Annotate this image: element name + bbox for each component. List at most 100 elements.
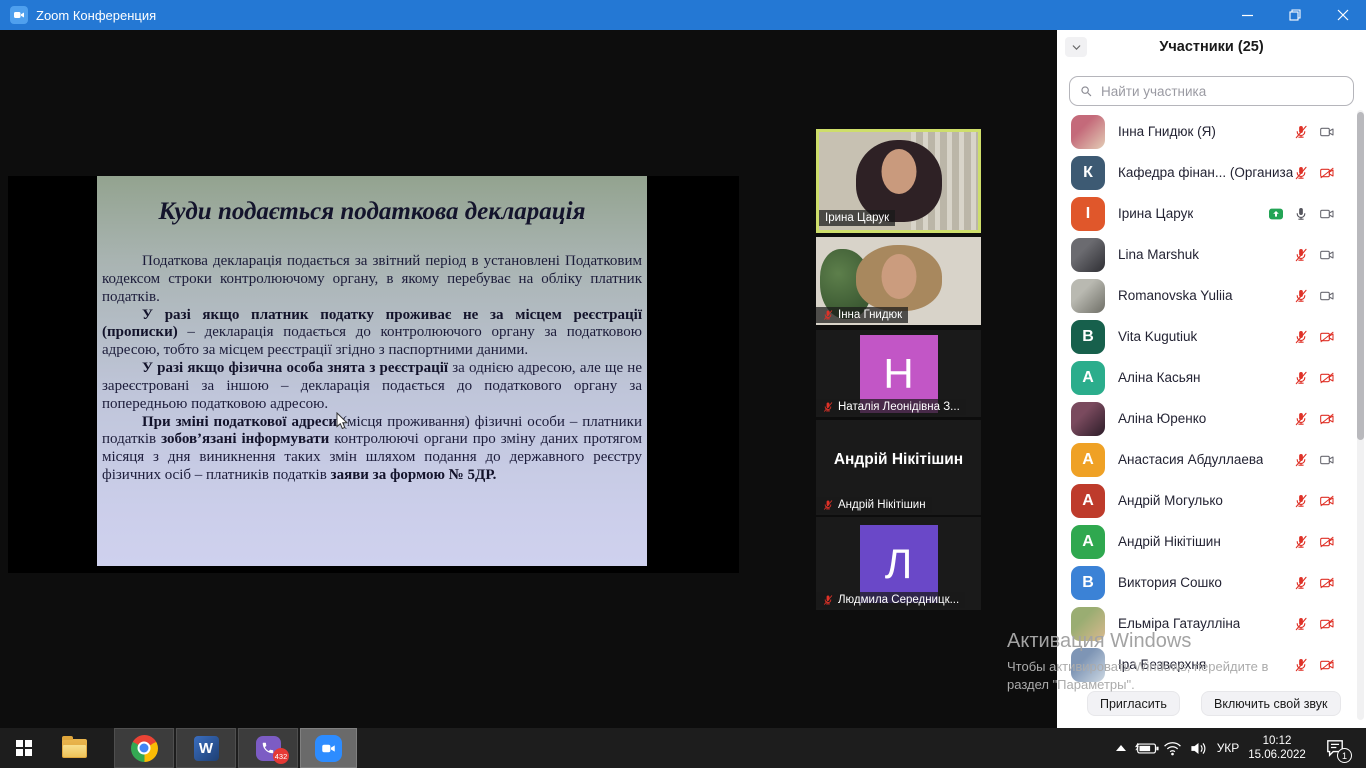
participant-avatar — [1071, 607, 1105, 641]
participant-name: Анастасия Абдуллаева — [1118, 452, 1263, 467]
scrollbar-thumb[interactable] — [1357, 112, 1364, 440]
cam-on-icon — [1318, 206, 1336, 222]
taskbar: W 432 УКР 10:12 15.06.2022 — [0, 728, 1366, 768]
zoom-camera-icon — [315, 735, 342, 762]
wifi-icon[interactable] — [1160, 728, 1184, 768]
avatar-initial-tile: Л — [860, 525, 938, 603]
participant-search[interactable] — [1069, 76, 1354, 106]
cam-off-icon — [1318, 575, 1336, 591]
screen-share-icon — [1268, 206, 1284, 222]
participant-avatar: А — [1071, 484, 1105, 518]
participant-row[interactable]: Іра Безверхня — [1057, 644, 1356, 685]
participant-avatar — [1071, 648, 1105, 682]
participant-name: Кафедра фінан... (Организатор) — [1118, 165, 1293, 180]
minimize-button[interactable] — [1225, 0, 1270, 30]
cam-on-icon — [1318, 288, 1336, 304]
folder-icon — [62, 739, 87, 758]
tile-name-label: Ірина Царук — [819, 210, 895, 226]
slide-body: Податкова декларація подається за звітни… — [97, 253, 647, 485]
video-tile[interactable]: ЛЛюдмила Середницк... — [816, 517, 981, 610]
window-title: Zoom Конференция — [36, 8, 156, 23]
mic-on-icon — [1293, 206, 1309, 222]
notification-center-button[interactable]: 1 — [1312, 728, 1358, 768]
close-button[interactable] — [1320, 0, 1366, 30]
start-button[interactable] — [0, 728, 48, 768]
mic-muted-icon — [1293, 124, 1309, 140]
mic-muted-icon — [1293, 247, 1309, 263]
volume-icon[interactable] — [1186, 728, 1210, 768]
participant-avatar: К — [1071, 156, 1105, 190]
word-icon: W — [194, 736, 219, 761]
zoom-app-button[interactable] — [300, 728, 357, 768]
participant-row[interactable]: К Кафедра фінан... (Организатор) — [1057, 152, 1356, 193]
mouse-cursor — [336, 412, 349, 436]
language-indicator[interactable]: УКР — [1210, 728, 1246, 768]
cam-off-icon — [1318, 329, 1336, 345]
clock[interactable]: 10:12 15.06.2022 — [1244, 728, 1310, 768]
viber-badge: 432 — [273, 748, 289, 764]
video-tile[interactable]: Інна Гнидюк — [816, 237, 981, 325]
date: 15.06.2022 — [1248, 748, 1306, 762]
tray-expand-button[interactable] — [1112, 728, 1130, 768]
participant-name: Андрій Могулько — [1118, 493, 1223, 508]
participant-name: Виктория Сошко — [1118, 575, 1222, 590]
time: 10:12 — [1263, 734, 1292, 748]
participant-name: Ірина Царук — [1118, 206, 1193, 221]
participant-row[interactable]: Аліна Юренко — [1057, 398, 1356, 439]
participant-row[interactable]: ІІрина Царук — [1057, 193, 1356, 234]
invite-button[interactable]: Пригласить — [1087, 691, 1180, 716]
battery-icon[interactable] — [1134, 728, 1160, 768]
participant-row[interactable]: ААндрій Нікітішин — [1057, 521, 1356, 562]
mic-muted-icon — [822, 309, 834, 321]
mic-muted-icon — [1293, 575, 1309, 591]
participant-avatar — [1071, 115, 1105, 149]
slide-paragraph: У разі якщо платник податку проживає не … — [102, 307, 642, 361]
mic-muted-icon — [822, 401, 834, 413]
participant-name: Аліна Юренко — [1118, 411, 1206, 426]
chrome-button[interactable] — [114, 728, 174, 768]
participant-avatar — [1071, 238, 1105, 272]
participant-avatar — [1071, 279, 1105, 313]
title-bar: Zoom Конференция — [0, 0, 1366, 30]
meeting-stage: Куди подається податкова декларація Пода… — [0, 30, 1057, 728]
mic-muted-icon — [822, 499, 834, 511]
video-tile[interactable]: Андрій НікітішинАндрій Нікітішин — [816, 420, 981, 515]
participant-row[interactable]: Ельміра Гатаулліна — [1057, 603, 1356, 644]
participant-row[interactable]: ВВиктория Сошко — [1057, 562, 1356, 603]
cam-off-icon — [1318, 616, 1336, 632]
cam-off-icon — [1318, 657, 1336, 673]
participant-row[interactable]: ААнастасия Абдуллаева — [1057, 439, 1356, 480]
unmute-button[interactable]: Включить свой звук — [1201, 691, 1341, 716]
participant-row[interactable]: Romanovska Yuliia — [1057, 275, 1356, 316]
video-tile[interactable]: Ірина Царук — [816, 129, 981, 233]
slide-title: Куди подається податкова декларація — [97, 198, 647, 226]
cam-off-icon — [1318, 411, 1336, 427]
mic-muted-icon — [822, 594, 834, 606]
slide-paragraph: Податкова декларація подається за звітни… — [102, 253, 642, 307]
participants-panel: Участники (25) Інна Гнидюк (Я)ККафедра ф… — [1057, 30, 1366, 728]
video-tile[interactable]: ННаталія Леонідівна З... — [816, 330, 981, 417]
restore-button[interactable] — [1272, 0, 1317, 30]
search-input[interactable] — [1099, 83, 1344, 100]
file-explorer-button[interactable] — [48, 728, 100, 768]
participant-row[interactable]: ААліна Касьян — [1057, 357, 1356, 398]
viber-button[interactable]: 432 — [238, 728, 298, 768]
presentation-slide: Куди подається податкова декларація Пода… — [97, 176, 647, 566]
participant-row[interactable]: Lina Marshuk — [1057, 234, 1356, 275]
search-icon — [1079, 84, 1093, 98]
participant-name: Аліна Касьян — [1118, 370, 1201, 385]
windows-logo-icon — [16, 740, 32, 756]
participant-row[interactable]: А Андрій Могулько — [1057, 480, 1356, 521]
word-button[interactable]: W — [176, 728, 236, 768]
participant-list: Інна Гнидюк (Я) К Кафедра фінан... (Органи… — [1057, 111, 1356, 685]
mic-muted-icon — [1293, 288, 1309, 304]
participant-name: Romanovska Yuliia — [1118, 288, 1233, 303]
participant-name: Lina Marshuk — [1118, 247, 1199, 262]
zoom-logo-icon — [10, 6, 28, 24]
participant-name: Інна Гнидюк (Я) — [1118, 124, 1216, 139]
cam-off-icon — [1318, 165, 1336, 181]
cam-off-icon — [1318, 493, 1336, 509]
participant-name: Іра Безверхня — [1118, 657, 1206, 672]
participant-row[interactable]: BVita Kugutiuk — [1057, 316, 1356, 357]
participant-row[interactable]: Інна Гнидюк (Я) — [1057, 111, 1356, 152]
